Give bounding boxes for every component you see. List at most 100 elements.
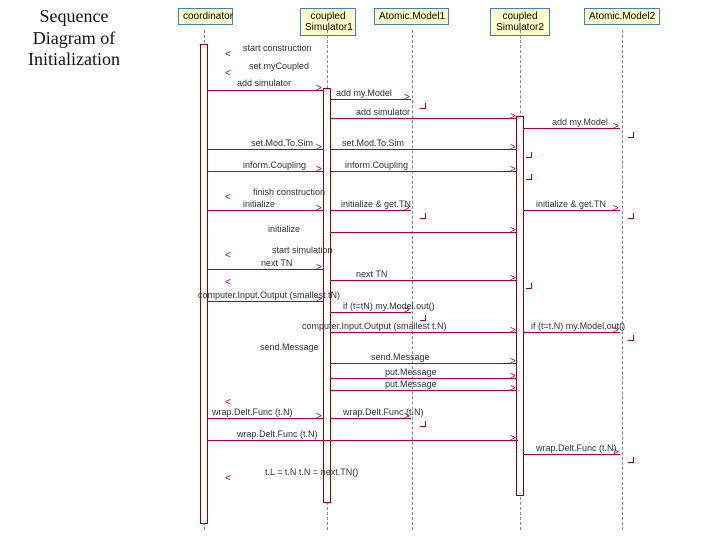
arrow-r-icon: > <box>510 165 516 175</box>
arrow-l-icon: < <box>225 278 231 288</box>
arrow-r-icon: > <box>316 412 322 422</box>
arrow-l-icon: < <box>225 474 231 484</box>
arrow-r-icon: > <box>510 226 516 236</box>
msg-line-add-simulator2 <box>331 118 517 119</box>
msg-tl-tn: t.L = t.N t.N = next.TN() <box>265 467 358 477</box>
msg-wrap-delt4: wrap.Delt.Func (t.N) <box>536 443 617 453</box>
msg-initialize-gettn2: initialize & get.TN <box>536 199 606 209</box>
return-icon <box>628 335 634 341</box>
msg-put-message1: put.Message <box>385 367 437 377</box>
msg-initialize2: initialize <box>268 224 300 234</box>
msg-send-message1: send.Message <box>260 342 319 352</box>
msg-add-my-model2: add my.Model <box>552 117 608 127</box>
msg-line-initialize2 <box>331 232 517 233</box>
arrow-r-icon: > <box>510 326 516 336</box>
activation-coupled-sim2 <box>516 116 524 496</box>
arrow-l-icon: < <box>225 50 231 60</box>
msg-line-setmodtosim2 <box>331 149 517 150</box>
msg-line-wrapdelt2 <box>331 418 411 419</box>
arrow-r-icon: > <box>316 204 322 214</box>
msg-line-nexttn2 <box>331 280 517 281</box>
msg-send-message2: send.Message <box>371 352 430 362</box>
msg-inform-coupling1: inform.Coupling <box>243 160 306 170</box>
participant-coupled-simulator1: coupled Simulator1 <box>300 8 356 36</box>
return-icon <box>628 132 634 138</box>
return-icon <box>628 457 634 463</box>
msg-line-wrapdelt3 <box>208 440 518 441</box>
arrow-r-icon: > <box>510 357 516 367</box>
participant-coordinator: coordinator <box>178 8 233 25</box>
return-icon <box>420 421 426 427</box>
arrow-r-icon: > <box>613 204 619 214</box>
activation-coordinator <box>200 44 208 524</box>
msg-line-computerio1 <box>208 301 324 302</box>
arrow-r-icon: > <box>613 326 619 336</box>
diagram-title: Sequence Diagram of Initialization <box>14 6 134 71</box>
msg-line-iftnout1 <box>331 312 411 313</box>
msg-line-initialize <box>208 210 324 211</box>
msg-start-simulation: start simulation <box>272 245 333 255</box>
return-icon <box>628 213 634 219</box>
arrow-r-icon: > <box>316 295 322 305</box>
arrow-r-icon: > <box>613 122 619 132</box>
arrow-l-icon: < <box>225 69 231 79</box>
participant-atomic-model1: Atomic.Model1 <box>374 8 449 25</box>
msg-put-message2: put.Message <box>385 379 437 389</box>
msg-line-add-simulator <box>208 90 324 91</box>
arrow-r-icon: > <box>510 434 516 444</box>
msg-add-my-model1: add my.Model <box>336 88 392 98</box>
msg-initialize: initialize <box>243 199 275 209</box>
return-icon <box>420 103 426 109</box>
msg-line-informcoupling2 <box>331 171 517 172</box>
msg-inform-coupling2: inform.Coupling <box>345 160 408 170</box>
arrow-r-icon: > <box>316 143 322 153</box>
msg-add-simulator2: add simulator <box>356 107 410 117</box>
msg-set-mod-to-sim2: set.Mod.To.Sim <box>342 138 404 148</box>
arrow-r-icon: > <box>404 204 410 214</box>
return-icon <box>420 213 426 219</box>
arrow-r-icon: > <box>510 112 516 122</box>
msg-computer-io2: computer.Input.Output (smallest t.N) <box>302 321 447 331</box>
arrow-r-icon: > <box>404 306 410 316</box>
msg-wrap-delt1: wrap.Delt.Func (t.N) <box>212 407 293 417</box>
msg-line-wrapdelt1 <box>208 418 324 419</box>
msg-line-wrapdelt4 <box>524 454 620 455</box>
msg-initialize-gettn1: initialize & get.TN <box>341 199 411 209</box>
msg-if-ttn-out1: if (t=tN) my.Model.out() <box>343 301 435 311</box>
arrow-r-icon: > <box>404 412 410 422</box>
participant-atomic-model2: Atomic.Model2 <box>584 8 660 25</box>
msg-line-add-my-model1 <box>331 99 411 100</box>
arrow-r-icon: > <box>510 372 516 382</box>
arrow-l-icon: < <box>225 251 231 261</box>
lifeline-atomic-model2 <box>622 30 623 530</box>
msg-line-iftnout2 <box>524 332 620 333</box>
msg-set-my-coupled: set myCoupled <box>249 61 309 71</box>
msg-wrap-delt2: wrap.Delt.Func (t.N) <box>343 407 424 417</box>
msg-line-putmessage2 <box>331 390 517 391</box>
arrow-r-icon: > <box>510 384 516 394</box>
msg-line-sendmessage2 <box>331 363 517 364</box>
msg-line-computerio2 <box>331 332 517 333</box>
msg-if-ttn-out2: if (t=t.N) my.Model.out() <box>531 321 625 331</box>
arrow-l-icon: < <box>225 193 231 203</box>
msg-line-initgettn1 <box>331 210 411 211</box>
msg-finish-construction: finish construction <box>253 187 325 197</box>
msg-line-setmodtosim1 <box>208 149 324 150</box>
arrow-r-icon: > <box>510 143 516 153</box>
msg-wrap-delt3: wrap.Delt.Func (t.N) <box>237 429 318 439</box>
msg-line-informcoupling1 <box>208 171 324 172</box>
msg-set-mod-to-sim1: set.Mod.To.Sim <box>251 138 313 148</box>
return-icon <box>526 174 532 180</box>
msg-next-tn1: next TN <box>261 258 292 268</box>
arrow-r-icon: > <box>613 448 619 458</box>
arrow-r-icon: > <box>316 84 322 94</box>
msg-line-nexttn1 <box>208 269 324 270</box>
msg-next-tn2: next TN <box>356 269 387 279</box>
msg-add-simulator: add simulator <box>237 78 291 88</box>
arrow-r-icon: > <box>510 274 516 284</box>
msg-line-initgettn2 <box>524 210 620 211</box>
return-icon <box>526 152 532 158</box>
arrow-r-icon: > <box>316 263 322 273</box>
msg-start-construction: start construction <box>243 43 312 53</box>
msg-line-add-my-model2 <box>524 128 620 129</box>
